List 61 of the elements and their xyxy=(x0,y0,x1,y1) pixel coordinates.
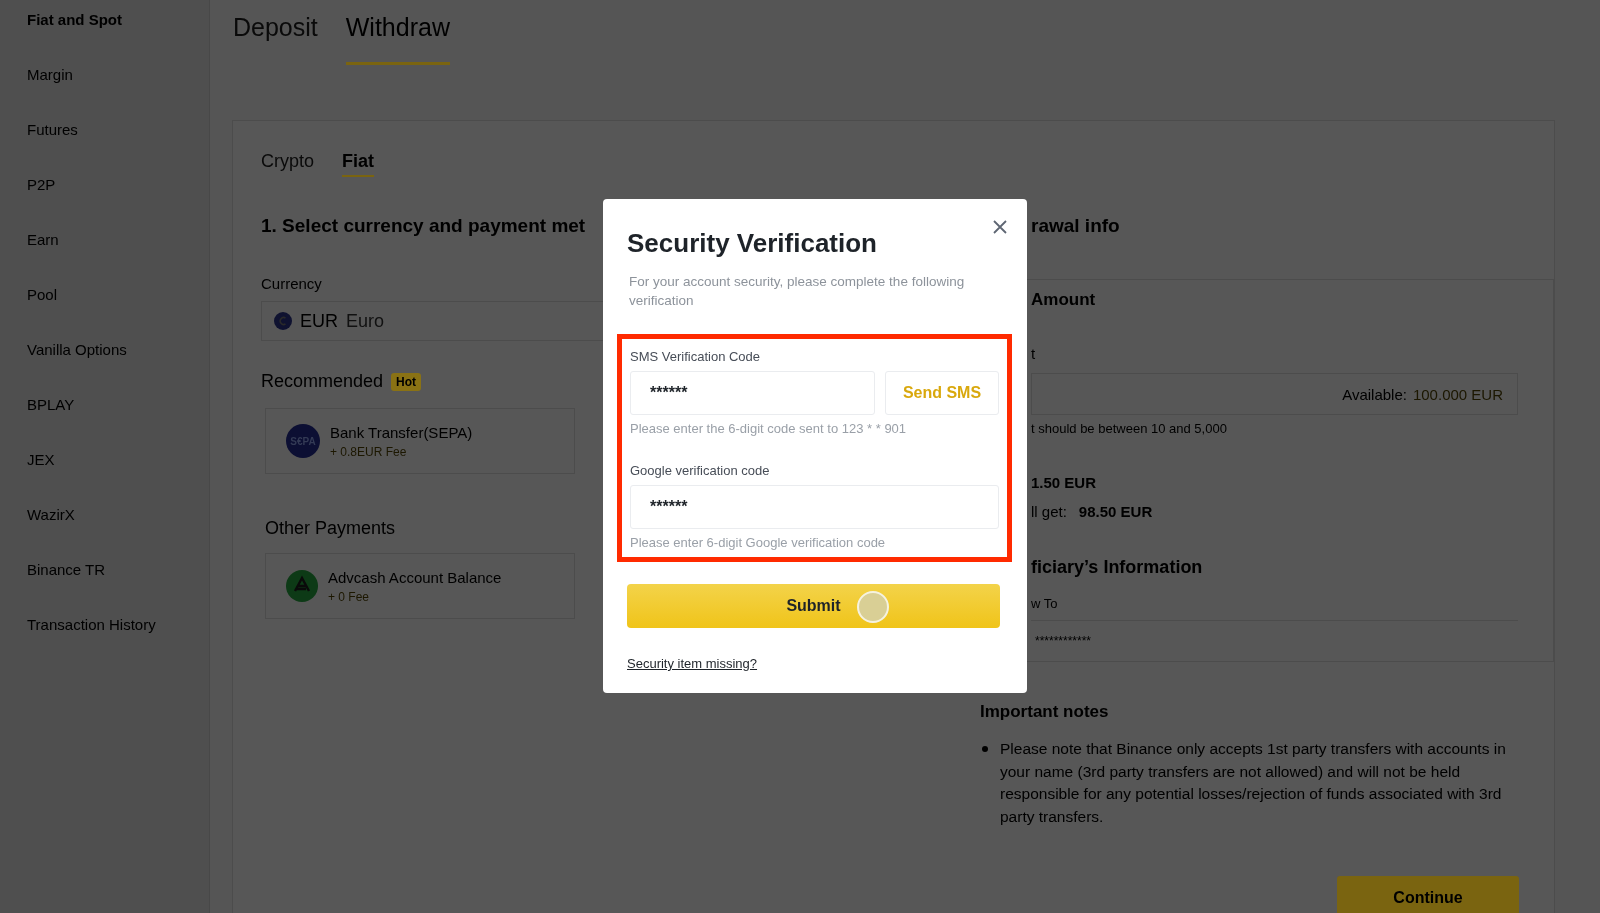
code-input-field[interactable]: ****** xyxy=(630,485,999,529)
dialog-description: For your account security, please complete the following verification xyxy=(629,273,966,310)
amount-field[interactable]: Available: 100.000 EUR xyxy=(1031,373,1518,415)
other-payments-heading: Other Payments xyxy=(265,518,396,539)
security-item-missing-link[interactable]: Security item missing? xyxy=(627,656,758,671)
field-hint: Please enter the 6-digit code sent to 123 * * 901 xyxy=(630,421,907,436)
amount-heading: Amount xyxy=(1031,290,1097,310)
currency-code: EUR xyxy=(300,310,338,332)
beneficiary-heading: ficiary’s Information xyxy=(1031,557,1204,578)
sidebar-item[interactable]: Binance TR xyxy=(27,561,106,578)
payment-method-name: Bank Transfer(SEPA) xyxy=(330,423,473,441)
send-sms-button[interactable]: Send SMS xyxy=(885,371,999,415)
available-value: 100.000 EUR xyxy=(1412,385,1503,403)
amount-hint: t should be between 10 and 5,000 xyxy=(1031,421,1227,436)
method-tab[interactable]: Crypto xyxy=(261,149,314,177)
sidebar-item[interactable]: Vanilla Options xyxy=(27,341,127,358)
currency-select[interactable]: EUR Euro xyxy=(261,301,606,341)
fee-value: 1.50 EUR xyxy=(1031,474,1097,491)
section-heading: 1. Select currency and payment met xyxy=(261,214,587,238)
available-label: Available: xyxy=(1342,385,1407,403)
close-icon[interactable] xyxy=(992,219,1008,235)
method-tab[interactable]: Fiat xyxy=(342,149,375,177)
submit-button[interactable]: Submit xyxy=(627,584,1000,628)
withdraw-to-label: w To xyxy=(1031,596,1058,611)
sidebar-item[interactable]: P2P xyxy=(27,176,56,193)
euro-coin-icon xyxy=(274,312,292,330)
sidebar-item[interactable]: Pool xyxy=(27,286,58,303)
sidebar-item[interactable]: Margin xyxy=(27,66,73,83)
sidebar-item[interactable]: Earn xyxy=(27,231,59,248)
section-heading: rawal info xyxy=(1031,214,1120,238)
click-indicator-icon xyxy=(857,591,889,623)
receive-value: 98.50 EUR xyxy=(1078,503,1153,520)
amount-label: t xyxy=(1031,345,1036,362)
sidebar-item[interactable]: Transaction History xyxy=(27,616,156,633)
page-tab[interactable]: Deposit xyxy=(233,8,318,65)
dialog-title: Security Verification xyxy=(627,227,878,259)
account-field[interactable]: ************ xyxy=(1031,620,1518,661)
sidebar-item[interactable]: JEX xyxy=(27,451,55,468)
receive-label: ll get: xyxy=(1031,503,1067,520)
sidebar-item[interactable]: Futures xyxy=(27,121,78,138)
payment-fee: + 0.8EUR Fee xyxy=(330,444,408,459)
payment-fee: + 0 Fee xyxy=(328,589,371,604)
sidebar-item[interactable]: WazirX xyxy=(27,506,75,523)
advcash-logo-icon xyxy=(286,570,318,602)
field-label: SMS Verification Code xyxy=(630,349,761,364)
field-label: Google verification code xyxy=(630,463,770,478)
recommended-heading: Recommended xyxy=(261,371,384,392)
code-input-field[interactable]: ****** xyxy=(630,371,875,415)
field-hint: Please enter 6-digit Google verification code xyxy=(630,535,886,550)
payment-method-card[interactable]: Advcash Account Balance + 0 Fee xyxy=(265,553,575,619)
page-tab[interactable]: Withdraw xyxy=(345,8,450,65)
sidebar-item[interactable]: BPLAY xyxy=(27,396,75,413)
currency-label: Currency xyxy=(261,275,322,292)
notes-heading: Important notes xyxy=(980,702,1110,722)
note-text: Please note that Binance only accepts 1st party transfers with accounts in your name (3rd party transfers are not allowed) and will not be held responsible for any potential losses/rejection of funds associated with 3rd party transfers. xyxy=(1000,739,1507,827)
hot-badge: Hot xyxy=(391,372,422,391)
payment-method-name: Advcash Account Balance xyxy=(328,568,502,586)
sidebar-item[interactable]: Fiat and Spot xyxy=(27,11,122,28)
bullet-icon xyxy=(982,746,988,752)
continue-button[interactable]: Continue xyxy=(1337,876,1519,913)
currency-name: Euro xyxy=(346,310,385,332)
